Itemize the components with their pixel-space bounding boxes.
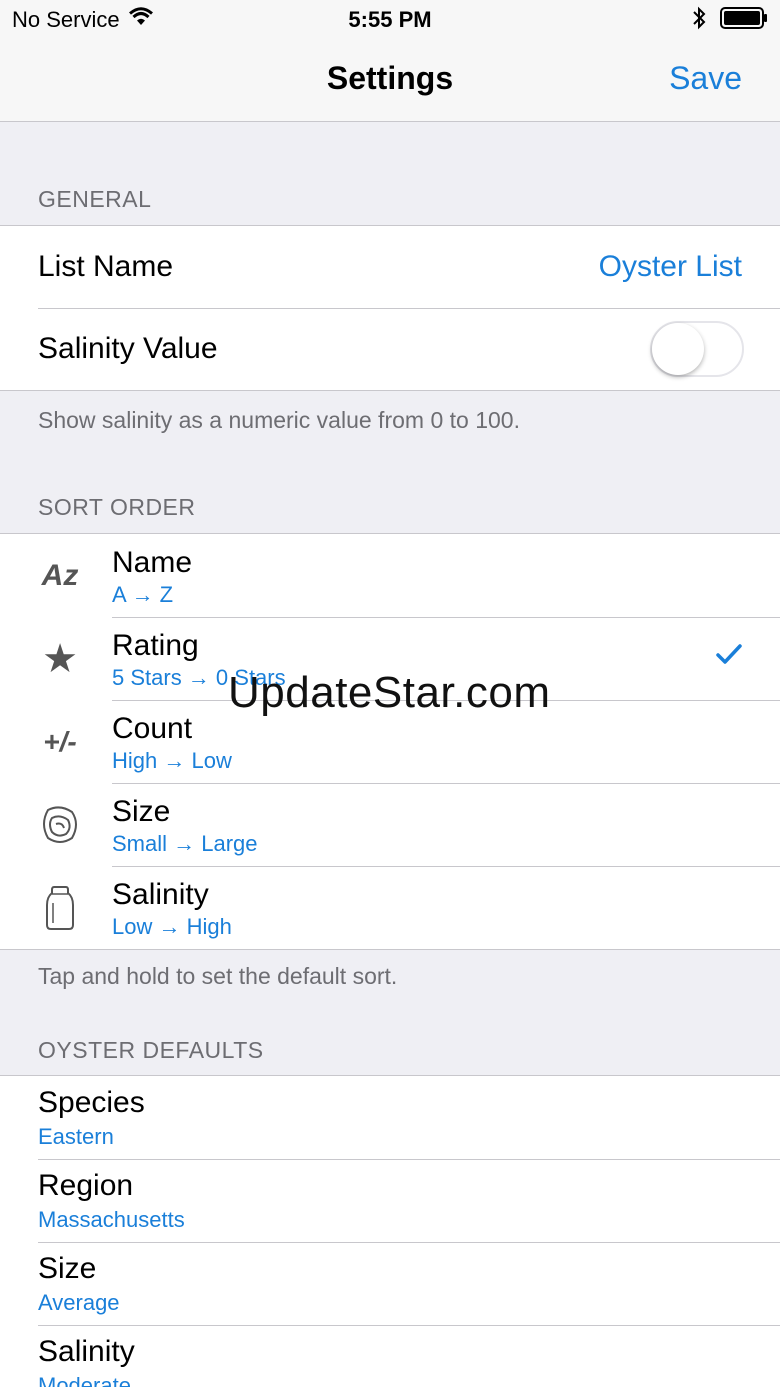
sort-option-detail: High → Low: [112, 748, 232, 773]
toggle-knob: [652, 323, 704, 375]
list-name-value[interactable]: Oyster List: [599, 250, 742, 284]
salinity-value-label: Salinity Value: [38, 332, 218, 365]
plus-minus-icon: +/-: [40, 720, 80, 764]
sort-option-label: Count: [112, 712, 193, 745]
bluetooth-icon: [692, 6, 706, 36]
oyster-icon: [40, 803, 80, 847]
save-button[interactable]: Save: [669, 60, 742, 97]
sort-option-size[interactable]: Size Small → Large: [0, 783, 780, 866]
section-header-sort-order: SORT ORDER: [38, 494, 196, 520]
star-icon-glyph: ★: [42, 637, 78, 681]
default-value: Moderate: [38, 1373, 131, 1387]
battery-icon: [720, 7, 768, 35]
list-name-row[interactable]: List Name Oyster List: [0, 226, 780, 308]
sort-option-name[interactable]: Az Name A → Z: [0, 534, 780, 617]
sort-option-detail: Low → High: [112, 914, 232, 939]
salinity-value-row: Salinity Value: [0, 308, 780, 390]
sort-order-footer: Tap and hold to set the default sort.: [38, 963, 398, 989]
clock: 5:55 PM: [348, 7, 432, 32]
default-species-row[interactable]: Species Eastern: [0, 1076, 780, 1159]
default-salinity-row[interactable]: Salinity Moderate: [0, 1325, 780, 1387]
sort-option-label: Rating: [112, 629, 199, 662]
section-header-oyster-defaults: OYSTER DEFAULTS: [38, 1037, 264, 1063]
sort-option-detail: A → Z: [112, 582, 174, 607]
default-value: Eastern: [38, 1124, 114, 1149]
default-value: Average: [38, 1290, 120, 1315]
plus-minus-icon-text: +/-: [43, 726, 77, 757]
star-icon: ★: [40, 637, 80, 681]
sort-option-label: Name: [112, 546, 193, 579]
watermark-text: UpdateStar.com: [228, 668, 551, 717]
default-label: Species: [38, 1086, 145, 1119]
default-label: Region: [38, 1169, 134, 1202]
checkmark-icon: [716, 643, 742, 670]
sort-option-salinity[interactable]: Salinity Low → High: [0, 866, 780, 949]
az-icon-text: Az: [41, 559, 79, 592]
status-bar: No Service 5:55 PM: [0, 0, 780, 40]
sort-option-label: Size: [112, 795, 171, 828]
salinity-value-toggle[interactable]: [650, 321, 744, 377]
default-value: Massachusetts: [38, 1207, 185, 1232]
default-size-row[interactable]: Size Average: [0, 1242, 780, 1325]
default-region-row[interactable]: Region Massachusetts: [0, 1159, 780, 1242]
default-label: Size: [38, 1252, 97, 1285]
default-label: Salinity: [38, 1335, 135, 1368]
sort-option-label: Salinity: [112, 878, 209, 911]
sort-order-group: Az Name A → Z ★ Rating 5 Stars → 0 Stars…: [0, 533, 780, 950]
sort-option-detail: Small → Large: [112, 831, 258, 856]
page-title: Settings: [326, 60, 454, 96]
general-group: List Name Oyster List Salinity Value: [0, 225, 780, 391]
navigation-bar: Settings Save: [0, 40, 780, 122]
general-footer: Show salinity as a numeric value from 0 …: [38, 407, 520, 433]
salt-shaker-icon: [40, 886, 80, 930]
az-icon: Az: [40, 554, 80, 598]
oyster-defaults-group: Species Eastern Region Massachusetts Siz…: [0, 1075, 780, 1387]
list-name-label: List Name: [38, 250, 174, 283]
section-header-general: GENERAL: [38, 186, 152, 212]
